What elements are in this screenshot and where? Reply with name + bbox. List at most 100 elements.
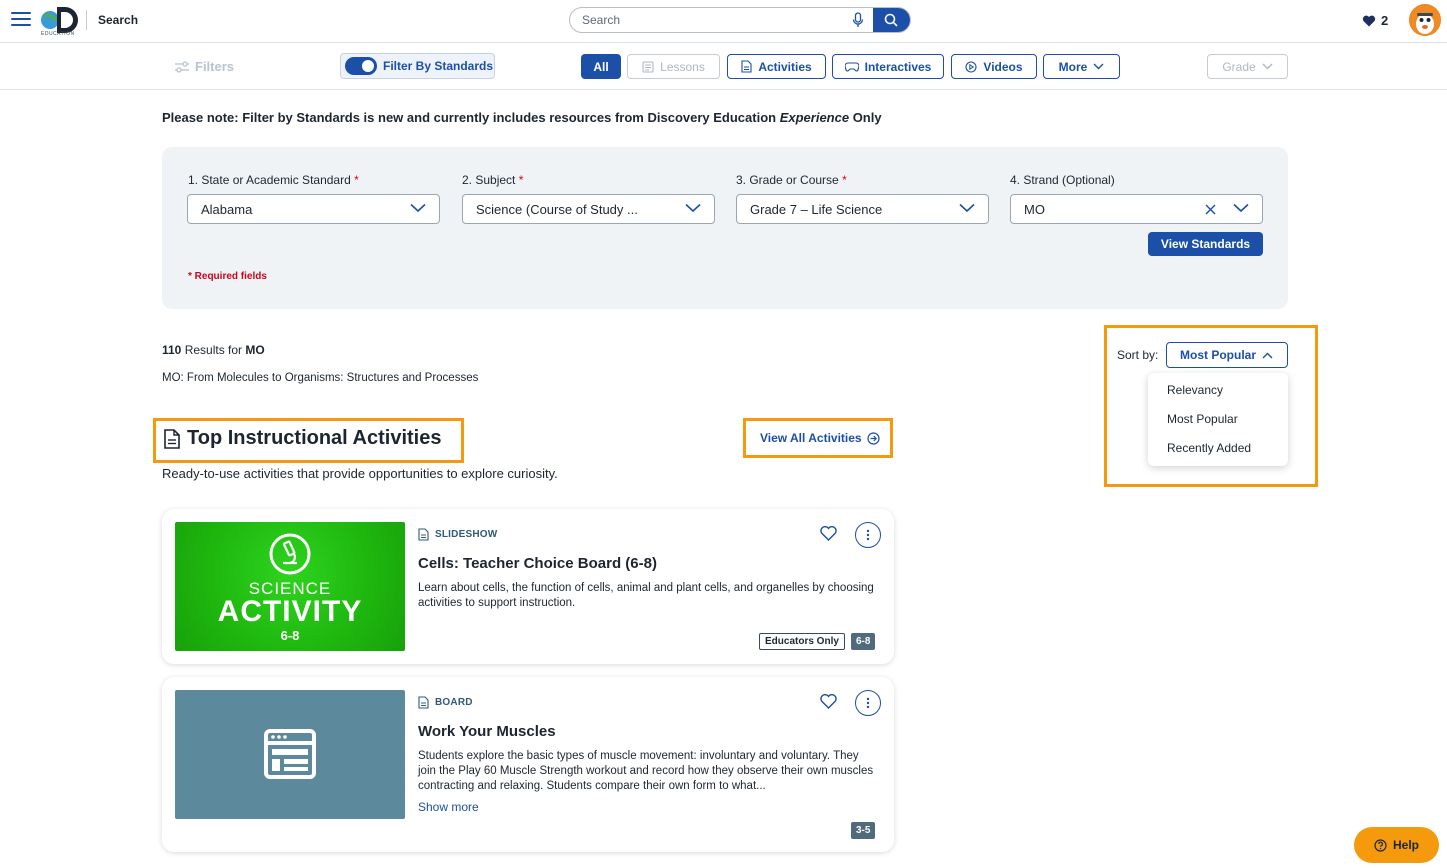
heart-outline-icon[interactable] [820, 526, 837, 541]
tab-lessons[interactable]: Lessons [627, 54, 720, 79]
card-description: Learn about cells, the function of cells… [418, 582, 874, 609]
favorites-counter[interactable]: 2 [1362, 13, 1388, 28]
standards-panel: 1. State or Academic Standard * 2. Subje… [162, 147, 1288, 309]
logo-text: EDUCATION [41, 31, 75, 37]
tab-all-label: All [593, 59, 609, 74]
chevron-down-icon [1233, 203, 1249, 213]
chevron-down-icon [959, 203, 975, 213]
lessons-icon [642, 60, 654, 73]
results-count: 110 Results for MO [162, 343, 265, 357]
chevron-down-icon [410, 203, 426, 213]
required-fields-note: * Required fields [188, 271, 267, 282]
menu-icon[interactable] [11, 12, 31, 28]
filter-bar: Filters Filter By Standards All Lessons … [0, 44, 1447, 90]
card-more-options-button[interactable] [855, 690, 881, 716]
question-circle-icon [1374, 838, 1387, 852]
avatar[interactable] [1409, 4, 1441, 36]
educators-only-badge: Educators Only [759, 633, 845, 650]
results-for-text: Results for [181, 343, 246, 357]
card-title[interactable]: Work Your Muscles [418, 723, 556, 740]
top-header: EDUCATION Search 2 [0, 0, 1447, 43]
favorites-count: 2 [1381, 13, 1389, 28]
card-description: Students explore the basic types of musc… [418, 750, 874, 792]
sort-option-relevancy[interactable]: Relevancy [1167, 383, 1223, 397]
grade-dropdown-label: Grade [1222, 59, 1256, 74]
search-icon [884, 13, 898, 27]
help-button[interactable]: Help [1354, 827, 1439, 863]
help-label: Help [1392, 838, 1419, 852]
show-more-link[interactable]: Show more [418, 800, 479, 814]
close-icon[interactable] [1205, 204, 1216, 215]
section-title: Top Instructional Activities [163, 427, 441, 450]
grade-badge: 6-8 [851, 633, 876, 650]
section-title-text: Top Instructional Activities [187, 427, 442, 449]
results-number: 110 [162, 343, 182, 357]
chevron-down-icon [1093, 63, 1104, 70]
tab-lessons-label: Lessons [660, 59, 705, 74]
sort-option-recently-added[interactable]: Recently Added [1167, 441, 1251, 455]
document-icon [418, 696, 429, 709]
sort-option-most-popular[interactable]: Most Popular [1167, 412, 1238, 426]
card-type: BOARD [418, 696, 473, 709]
arrow-right-circle-icon [867, 431, 880, 445]
heart-outline-icon[interactable] [820, 694, 837, 709]
search-input[interactable] [570, 8, 870, 32]
card-type-label: SLIDESHOW [435, 529, 498, 540]
tab-more[interactable]: More [1043, 54, 1120, 79]
results-description: MO: From Molecules to Organisms: Structu… [162, 372, 479, 384]
view-all-activities-link[interactable]: View All Activities [760, 431, 880, 445]
standard-select[interactable]: Alabama [187, 194, 440, 224]
sort-dropdown[interactable]: Most Popular [1166, 342, 1288, 368]
section-description: Ready-to-use activities that provide opp… [162, 466, 558, 481]
standard-select-value: Alabama [201, 201, 253, 217]
note-prefix: Please note: Filter by Standards is new … [162, 110, 780, 125]
board-layout-icon [264, 729, 316, 779]
filters-label: Filters [195, 59, 235, 74]
search-box [569, 7, 911, 33]
tab-interactives[interactable]: Interactives [832, 54, 944, 79]
card-thumbnail[interactable]: SCIENCE ACTIVITY 6-8 [175, 522, 405, 651]
tab-more-label: More [1058, 59, 1088, 74]
view-all-label: View All Activities [760, 431, 862, 445]
sliders-icon [175, 60, 189, 73]
page-title: Search [98, 13, 139, 27]
tab-all[interactable]: All [581, 54, 621, 79]
strand-select[interactable]: MO [1010, 194, 1263, 224]
view-standards-button[interactable]: View Standards [1148, 232, 1263, 256]
grade-badge: 3-5 [851, 822, 876, 839]
field-label-subject: 2. Subject * [462, 173, 524, 187]
strand-select-value: MO [1024, 201, 1045, 217]
activity-card[interactable]: SCIENCE ACTIVITY 6-8 SLIDESHOW Cells: Te… [162, 509, 894, 664]
filters-button[interactable]: Filters [175, 59, 234, 74]
microphone-icon[interactable] [852, 12, 864, 28]
subject-select-value: Science (Course of Study ... [476, 201, 638, 217]
tab-videos[interactable]: Videos [951, 54, 1037, 79]
search-button[interactable] [873, 8, 910, 32]
card-thumbnail[interactable] [175, 690, 405, 819]
heart-icon [1362, 15, 1376, 26]
play-circle-icon [965, 60, 977, 73]
chevron-down-icon [685, 203, 701, 213]
filter-by-standards-toggle[interactable]: Filter By Standards [340, 53, 495, 79]
thumb-line-3: 6-8 [280, 628, 300, 643]
grade-dropdown[interactable]: Grade [1207, 54, 1288, 79]
tab-activities[interactable]: Activities [727, 54, 826, 79]
card-more-options-button[interactable] [855, 522, 881, 548]
note-suffix: Only [849, 110, 882, 125]
toggle-switch[interactable] [345, 57, 377, 75]
note-emphasis: Experience [779, 110, 850, 125]
chevron-down-icon [1262, 63, 1273, 70]
document-icon [741, 60, 752, 73]
more-vertical-icon [866, 529, 870, 541]
standards-note: Please note: Filter by Standards is new … [162, 110, 882, 125]
results-query: MO [245, 343, 265, 357]
grade-select[interactable]: Grade 7 – Life Science [736, 194, 989, 224]
card-title[interactable]: Cells: Teacher Choice Board (6-8) [418, 555, 657, 572]
activity-card[interactable]: BOARD Work Your Muscles Students explore… [162, 677, 894, 852]
document-icon [164, 428, 180, 449]
subject-select[interactable]: Science (Course of Study ... [462, 194, 715, 224]
grade-select-value: Grade 7 – Life Science [750, 201, 883, 217]
sort-selected: Most Popular [1180, 348, 1257, 362]
chevron-up-icon [1262, 352, 1273, 358]
field-label-standard: 1. State or Academic Standard * [188, 173, 359, 187]
